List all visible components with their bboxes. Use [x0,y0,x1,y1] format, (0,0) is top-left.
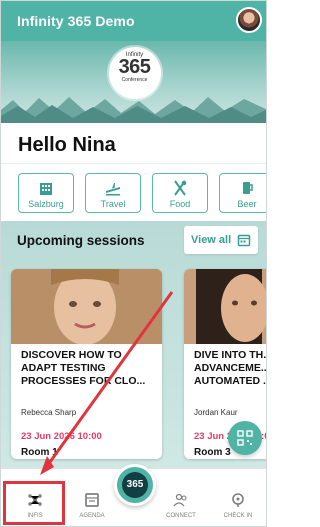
logo-bottom-text: Conference [121,77,148,83]
category-food[interactable]: Food [152,173,208,213]
session-title: DISCOVER HOW TO ADAPT TESTING PROCESSES … [21,349,146,387]
people-icon [173,493,187,507]
nav-infis[interactable]: INFIS [10,491,60,519]
app-title: Infinity 365 Demo [17,13,135,29]
category-travel[interactable]: Travel [85,173,141,213]
profile-avatar[interactable] [236,7,262,33]
session-card[interactable]: DISCOVER HOW TO ADAPT TESTING PROCESSES … [11,269,162,459]
fork-knife-icon [174,180,187,196]
session-title: DIVE INTO TH... ADVANCEME... AUTOMATED .… [194,349,267,387]
building-icon [40,183,52,195]
session-date: 23 Jun 2026 10:00 [21,431,102,442]
nav-label: INFIS [27,513,43,519]
nodes-icon [28,494,42,506]
category-label: Beer [237,199,257,209]
session-speaker: Jordan Kaur [194,408,238,417]
qr-scan-button[interactable] [228,421,262,455]
speaker-photo [184,269,266,344]
sessions-heading: Upcoming sessions [17,233,145,248]
welcome-section: Hello Nina [1,123,266,163]
mountain-illustration [1,97,266,123]
top-bar: Infinity 365 Demo [1,1,266,41]
view-all-label: View all [191,234,232,246]
speaker-photo [11,269,162,344]
category-salzburg[interactable]: Salzburg [18,173,74,213]
upcoming-sessions-section: Upcoming sessions View all DISCOVER HOW … [1,221,267,468]
home-365-label: 365 [122,472,148,498]
greeting-heading: Hello Nina [18,134,116,156]
logo-number: 365 [118,56,151,78]
hero-banner: Infinity 365 Conference [1,41,266,123]
category-label: Travel [100,199,126,209]
nav-label: CONNECT [166,513,196,519]
app-screen: Infinity 365 Demo Infinity 365 Conferenc… [0,0,267,527]
nav-label: CHECK IN [223,513,253,519]
session-speaker: Rebecca Sharp [21,408,77,417]
session-room: Room 1 [21,447,58,458]
view-all-button[interactable]: View all [184,226,258,254]
category-row: Salzburg Travel Food Beer [1,163,266,221]
home-365-button[interactable]: 365 [114,464,156,506]
category-beer[interactable]: Beer [219,173,266,213]
nav-check-in[interactable]: CHECK IN [213,491,263,519]
session-room: Room 3 [194,447,231,458]
nav-agenda[interactable]: AGENDA [67,491,117,519]
beer-icon [243,182,253,194]
category-label: Salzburg [28,199,64,209]
calendar-icon [85,493,99,507]
nav-connect[interactable]: CONNECT [156,491,206,519]
calendar-icon [237,234,251,247]
category-label: Food [169,199,191,209]
qr-icon [237,430,253,446]
nav-label: AGENDA [79,513,105,519]
location-pin-icon [232,493,244,507]
plane-icon [106,183,120,196]
